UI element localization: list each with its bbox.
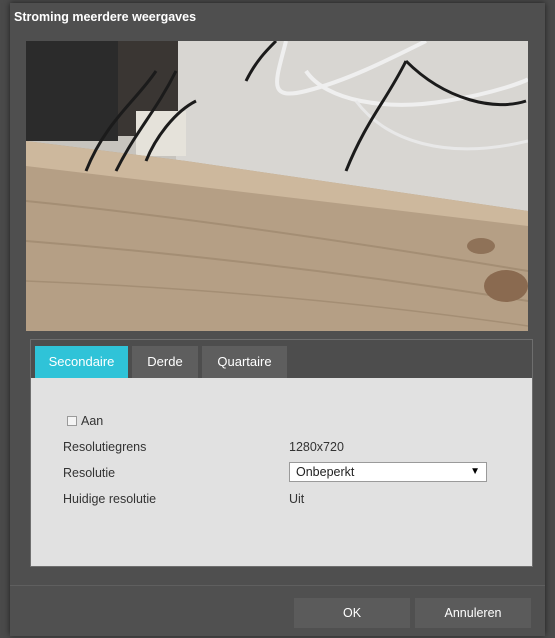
ok-button[interactable]: OK <box>294 598 410 628</box>
cancel-button[interactable]: Annuleren <box>415 598 531 628</box>
current-resolution-value: Uit <box>289 492 305 506</box>
tab-derde[interactable]: Derde <box>132 346 198 378</box>
camera-preview <box>26 41 528 331</box>
resolution-limit-label: Resolutiegrens <box>63 440 147 454</box>
dialog-footer: OK Annuleren <box>10 585 545 636</box>
tab-quartaire[interactable]: Quartaire <box>202 346 287 378</box>
enable-label: Aan <box>81 414 104 428</box>
chevron-down-icon: ▼ <box>470 466 480 477</box>
resolution-label: Resolutie <box>63 466 116 480</box>
resolution-select-value: Onbeperkt <box>296 465 355 479</box>
current-resolution-label: Huidige resolutie <box>63 492 157 506</box>
tab-content: Aan Resolutiegrens 1280x720 Resolutie On… <box>31 378 532 566</box>
resolution-limit-value: 1280x720 <box>289 440 344 454</box>
tab-strip: Secondaire Derde Quartaire <box>31 340 532 378</box>
stream-tabs-panel: Secondaire Derde Quartaire Aan Resolutie… <box>30 339 533 567</box>
enable-checkbox[interactable] <box>67 416 77 426</box>
tab-secondaire[interactable]: Secondaire <box>35 346 128 378</box>
enable-row: Aan <box>67 414 103 428</box>
dialog-title: Stroming meerdere weergaves <box>14 10 197 24</box>
multi-stream-dialog: Stroming meerdere weergaves Secondaire D… <box>10 3 545 636</box>
resolution-select[interactable]: Onbeperkt ▼ <box>289 462 487 482</box>
